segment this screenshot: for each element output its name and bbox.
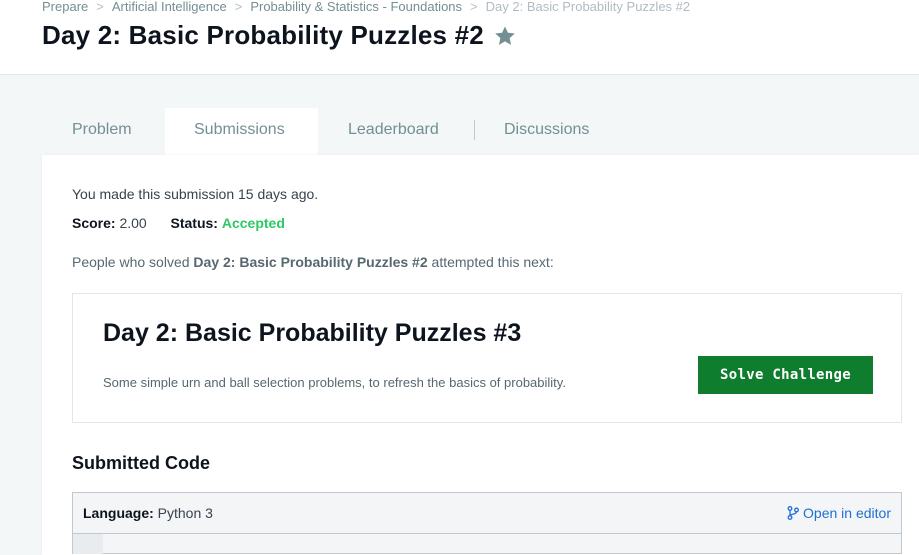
breadcrumb-separator-icon: > [470, 0, 478, 14]
score-value: 2.00 [119, 215, 147, 231]
tab-submissions[interactable]: Submissions [165, 108, 318, 156]
language-value: Python 3 [157, 505, 213, 521]
solved-challenge-name: Day 2: Basic Probability Puzzles #2 [193, 254, 428, 270]
score-status-row: Score: 2.00 Status: Accepted [72, 215, 285, 231]
language-info: Language: Python 3 [83, 505, 213, 521]
page-title: Day 2: Basic Probability Puzzles #2 [42, 20, 484, 50]
solve-challenge-button[interactable]: Solve Challenge [698, 356, 873, 394]
code-viewer: Language: Python 3 Open in editor [72, 492, 902, 554]
submitted-code-heading: Submitted Code [72, 453, 210, 473]
code-viewer-header: Language: Python 3 Open in editor [73, 493, 901, 534]
breadcrumb-artificial-intelligence[interactable]: Artificial Intelligence [112, 0, 227, 14]
breadcrumb: Prepare > Artificial Intelligence > Probabil… [42, 0, 690, 14]
language-label: Language: [83, 505, 154, 521]
next-challenge-card: Day 2: Basic Probability Puzzles #3 Some… [72, 293, 902, 423]
next-challenge-title[interactable]: Day 2: Basic Probability Puzzles #3 [103, 319, 521, 348]
next-challenge-description: Some simple urn and ball selection probl… [103, 375, 566, 390]
branch-icon [787, 506, 799, 520]
tab-problem[interactable]: Problem [72, 108, 132, 156]
tab-leaderboard[interactable]: Leaderboard [348, 108, 439, 156]
status-label: Status: [170, 215, 218, 231]
breadcrumb-prepare[interactable]: Prepare [42, 0, 88, 14]
star-bookmark-icon[interactable] [493, 24, 517, 48]
next-challenge-intro: People who solved Day 2: Basic Probabili… [72, 254, 554, 270]
code-gutter [73, 534, 103, 554]
challenge-tabs: Problem Submissions Leaderboard Discussi… [42, 108, 919, 156]
page-header: Prepare > Artificial Intelligence > Probabil… [0, 0, 919, 75]
score-label: Score: [72, 215, 116, 231]
tab-discussions[interactable]: Discussions [504, 108, 589, 156]
breadcrumb-separator-icon: > [234, 0, 243, 14]
open-in-editor-label: Open in editor [803, 505, 891, 521]
solved-prefix: People who solved [72, 254, 194, 270]
breadcrumb-probability-statistics[interactable]: Probability & Statistics - Foundations [250, 0, 462, 14]
tab-divider [474, 120, 475, 140]
status-badge: Accepted [221, 215, 285, 231]
submission-panel: You made this submission 15 days ago. Sc… [42, 155, 919, 555]
breadcrumb-separator-icon: > [96, 0, 104, 14]
breadcrumb-current: Day 2: Basic Probability Puzzles #2 [485, 0, 691, 14]
solved-suffix: attempted this next: [427, 254, 554, 270]
submission-time-text: You made this submission 15 days ago. [72, 186, 319, 202]
open-in-editor-link[interactable]: Open in editor [787, 505, 891, 521]
